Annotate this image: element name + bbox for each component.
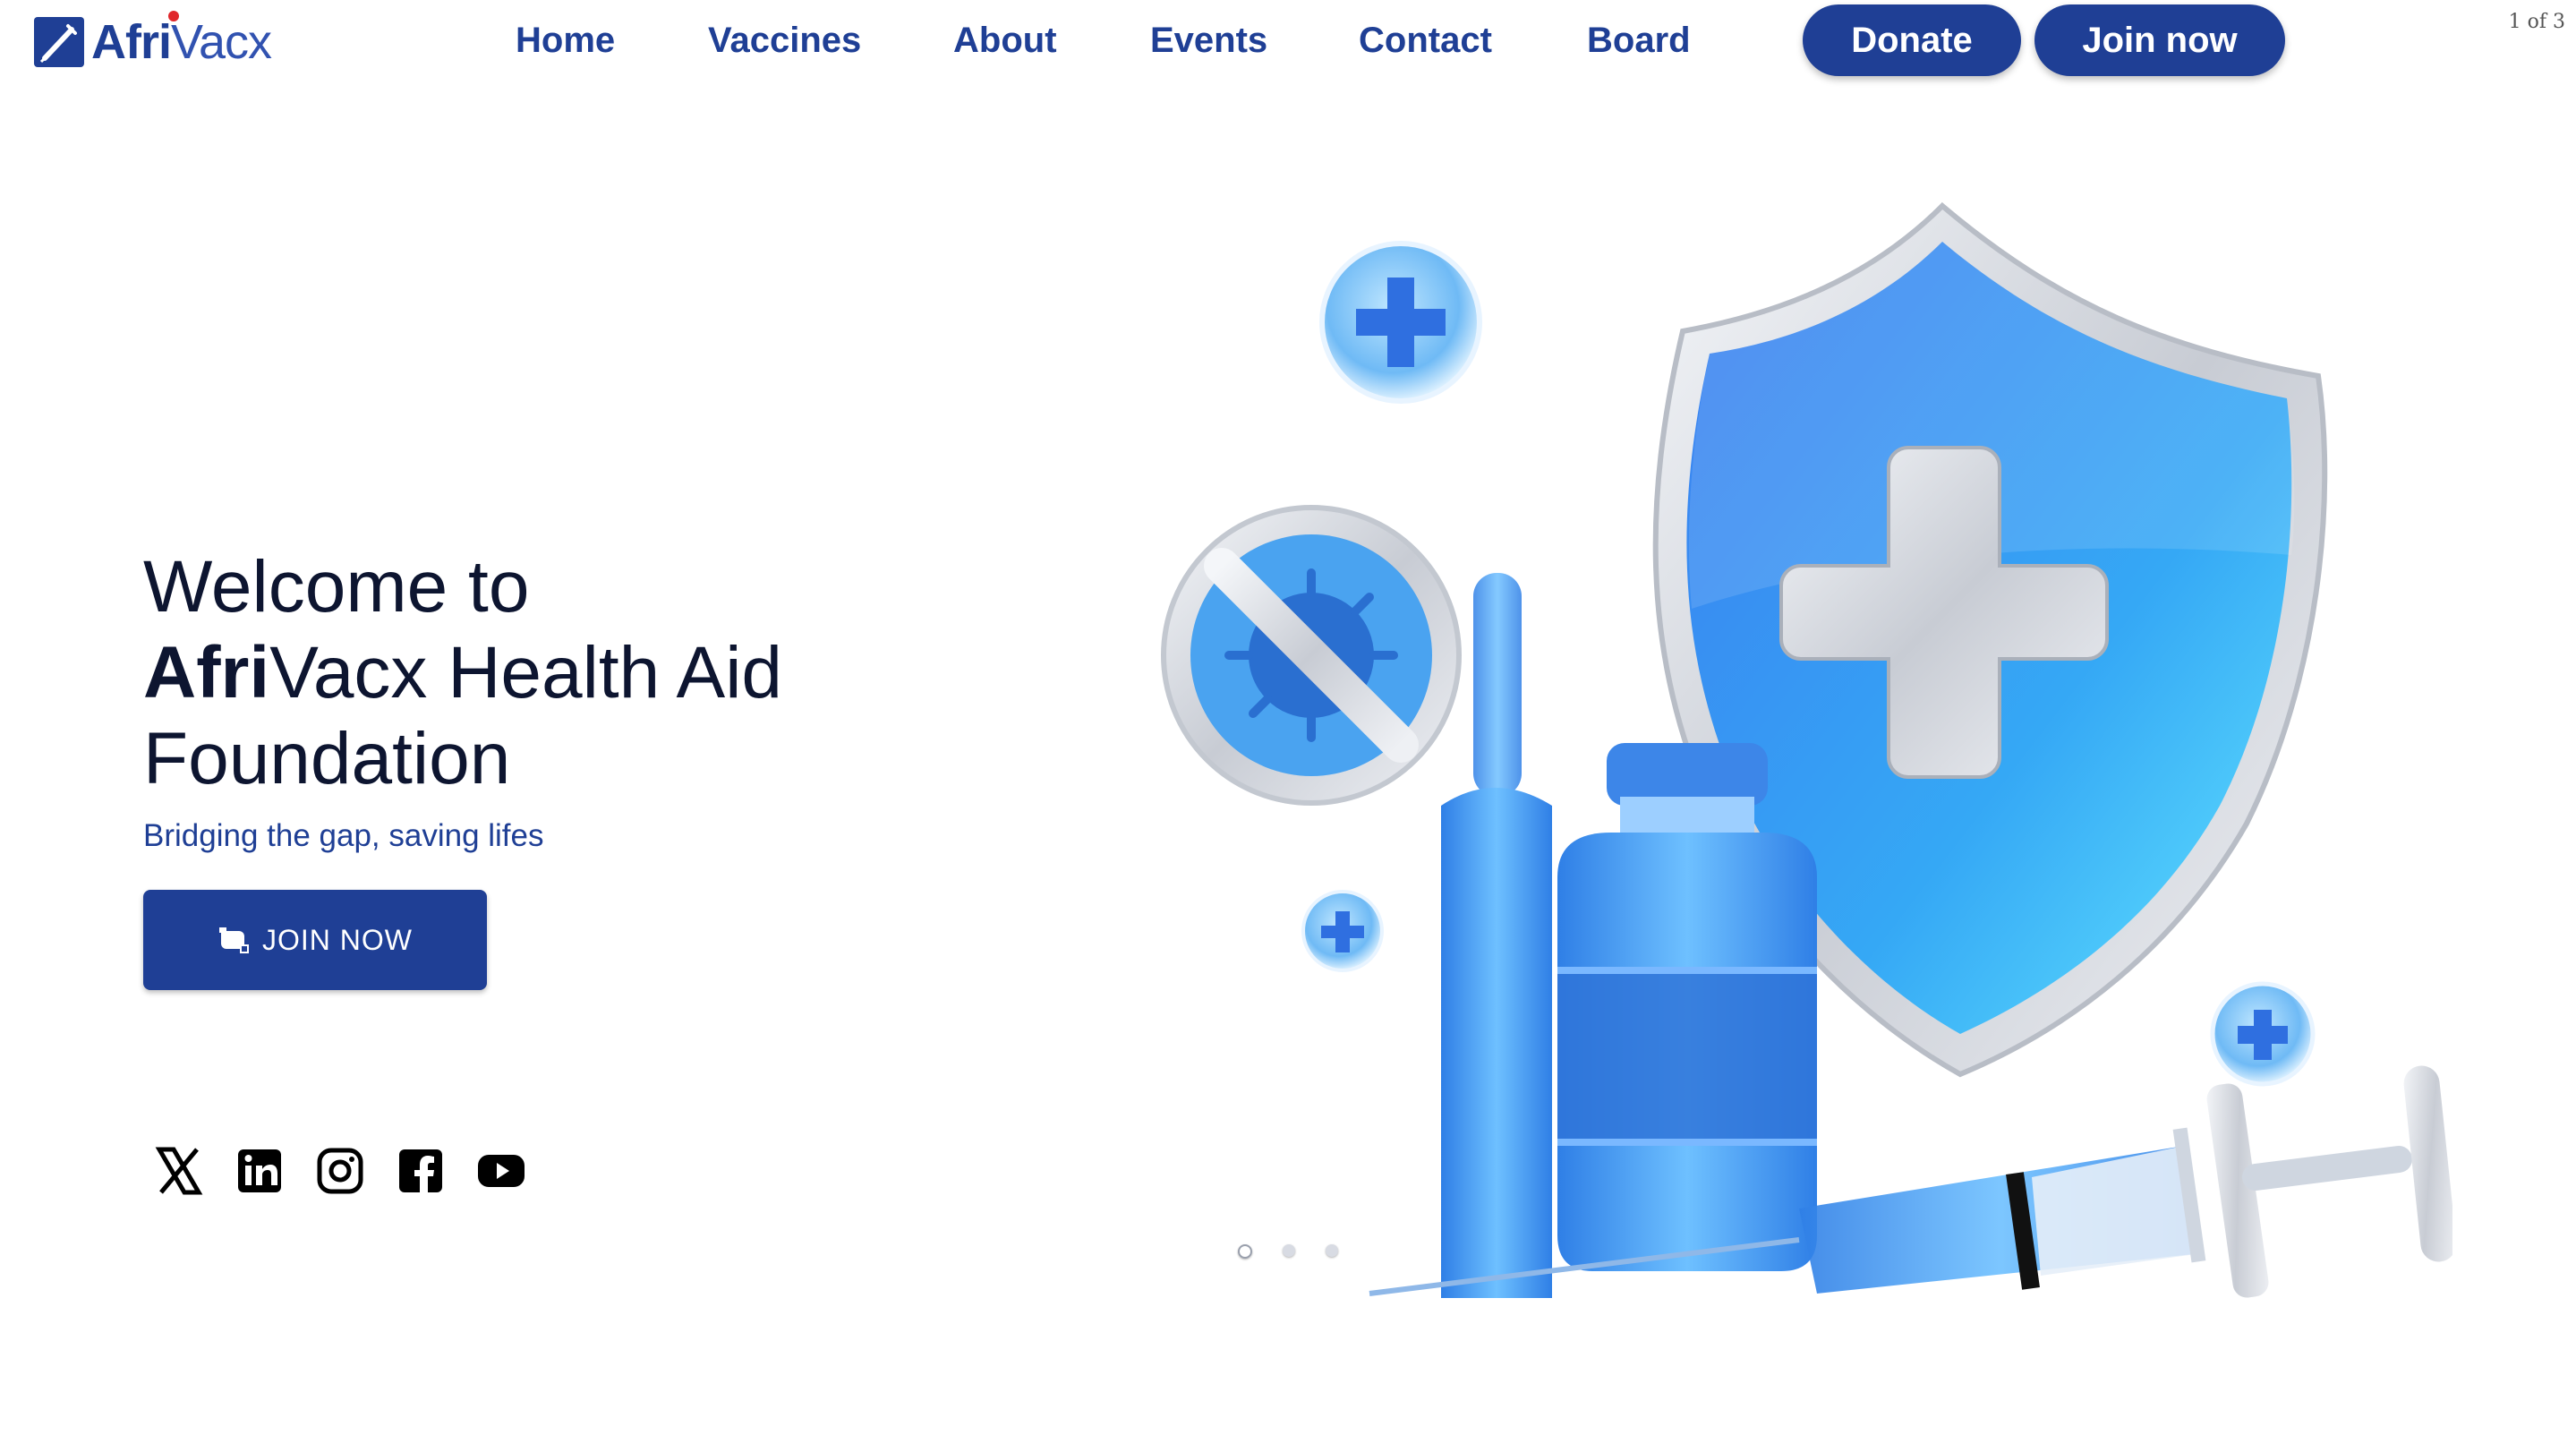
join-now-button[interactable]: Join now [2034, 4, 2285, 76]
instagram-icon[interactable] [315, 1146, 365, 1196]
slider-dots [1238, 1244, 1338, 1259]
plus-bubble-icon [1301, 890, 1384, 972]
brand-logo[interactable]: AfriVacx [32, 13, 272, 72]
slider-dot-2[interactable] [1283, 1244, 1295, 1257]
join-icon [219, 927, 249, 953]
brand-name-light: Vacx [171, 15, 272, 69]
nav-events[interactable]: Events [1150, 18, 1267, 63]
plus-bubble-icon [1319, 241, 1482, 404]
logo-accent-dot [168, 11, 179, 21]
logo-syringe-icon [34, 17, 84, 67]
hero-title-brand-rest: Vacx Health Aid [269, 632, 783, 713]
hero-title-line3: Foundation [143, 718, 511, 799]
hero-join-now-button[interactable]: JOIN NOW [143, 890, 487, 990]
slide-counter: 1 of 3 [2508, 11, 2565, 33]
slider-dot-1[interactable] [1238, 1244, 1252, 1259]
hero-join-now-label: JOIN NOW [262, 923, 413, 956]
plus-bubble-icon [2210, 981, 2316, 1087]
hero-title-line1: Welcome to [143, 546, 530, 628]
donate-button[interactable]: Donate [1803, 4, 2021, 76]
nav-about[interactable]: About [953, 18, 1057, 63]
nav-contact[interactable]: Contact [1359, 18, 1492, 63]
hero-title-brand-bold: Afri [143, 632, 270, 713]
nav-home[interactable]: Home [516, 18, 615, 63]
no-virus-icon [1161, 505, 1462, 806]
x-icon[interactable] [154, 1146, 204, 1196]
hero-tagline: Bridging the gap, saving lifes [143, 818, 544, 853]
brand-name: AfriVacx [91, 15, 272, 69]
nav-vaccines[interactable]: Vaccines [708, 18, 861, 63]
vaccine-shield-illustration [1161, 201, 2452, 1298]
hero-title: Welcome to AfriVacx Health Aid Foundatio… [143, 544, 1083, 802]
linkedin-icon[interactable] [235, 1146, 285, 1196]
slider-dot-3[interactable] [1326, 1244, 1338, 1257]
nav-board[interactable]: Board [1587, 18, 1691, 63]
social-links [154, 1146, 526, 1196]
youtube-icon[interactable] [476, 1146, 526, 1196]
brand-name-bold: Afri [91, 15, 172, 69]
facebook-icon[interactable] [396, 1146, 446, 1196]
